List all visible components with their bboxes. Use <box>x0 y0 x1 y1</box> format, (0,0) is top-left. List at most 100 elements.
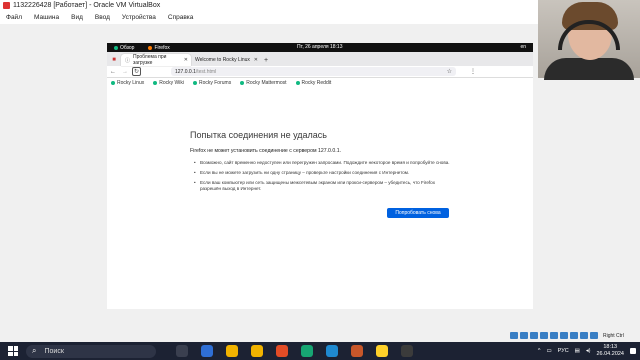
rocky-bookmark-icon <box>153 81 158 85</box>
taskbar-app-icon[interactable] <box>301 345 313 357</box>
close-tab-icon[interactable]: ✕ <box>254 57 258 63</box>
screen: 1132226428 [Работает] - Oracle VM Virtua… <box>0 0 640 360</box>
rocky-bookmark-icon <box>295 81 300 85</box>
taskbar-app-icon[interactable] <box>226 345 238 357</box>
hdd-status-icon[interactable] <box>510 332 518 339</box>
menu-file[interactable]: Файл <box>6 14 22 21</box>
tab-welcome-rocky[interactable]: Welcome to Rocky Linux ✕ <box>191 54 261 66</box>
taskbar-pinned-apps <box>176 345 426 357</box>
forward-arrow-icon[interactable]: → <box>119 67 131 77</box>
menu-machine[interactable]: Машина <box>34 14 59 21</box>
tab-connection-problem[interactable]: ⓘ Проблема при загрузке ✕ <box>121 54 191 66</box>
display-status-icon[interactable] <box>570 332 578 339</box>
firefox-tab-bar: ■ ⓘ Проблема при загрузке ✕ Welcome to R… <box>107 52 533 66</box>
bookmark-label: Rocky Linux <box>117 80 145 86</box>
new-tab-icon[interactable]: + <box>261 54 271 66</box>
bookmark-label: Rocky Wiki <box>159 80 184 86</box>
firefox-view-icon[interactable]: ■ <box>107 54 121 66</box>
tray-chevron-icon[interactable]: ^ <box>538 348 541 354</box>
taskbar-app-icon[interactable] <box>401 345 413 357</box>
bookmark-rocky-reddit[interactable]: Rocky Reddit <box>295 80 332 86</box>
host-key-label: Right Ctrl <box>603 332 624 339</box>
system-tray: ^ ▭ РУС ▤ ◂) 18:13 26.04.2024 <box>538 342 636 360</box>
tray-network-icon[interactable]: ▤ <box>575 348 580 354</box>
rocky-bookmark-icon <box>111 81 115 85</box>
taskbar-app-icon[interactable] <box>326 345 338 357</box>
reload-icon[interactable]: ↻ <box>132 67 141 76</box>
menu-help[interactable]: Справка <box>168 14 194 21</box>
shared-folder-status-icon[interactable] <box>560 332 568 339</box>
error-suggestion: Если вы не можете загрузить ни одну стра… <box>194 170 454 176</box>
taskbar-app-icon[interactable] <box>176 345 188 357</box>
gnome-top-bar: Обзор Firefox Пт, 26 апреля 18:13 en <box>107 43 533 52</box>
bookmark-label: Rocky Forums <box>198 80 232 86</box>
audio-status-icon[interactable] <box>530 332 538 339</box>
extensions-icon[interactable]: ⋮ <box>470 68 476 75</box>
tray-clock[interactable]: 18:13 26.04.2024 <box>596 344 624 358</box>
menu-input[interactable]: Ввод <box>95 14 110 21</box>
tray-time: 18:13 <box>603 344 618 350</box>
try-again-button[interactable]: Попробовать снова <box>387 208 449 218</box>
taskbar-app-icon[interactable] <box>201 345 213 357</box>
error-suggestion: Возможно, сайт временно недоступен или п… <box>194 160 454 166</box>
virtualbox-statusbar: Right Ctrl <box>510 330 640 341</box>
tab-label: Проблема при загрузке <box>133 54 167 66</box>
url-host: 127.0.0.1 <box>175 68 196 75</box>
webcam-person-body <box>544 58 634 80</box>
bookmark-rocky-forums[interactable]: Rocky Forums <box>192 80 232 86</box>
usb-status-icon[interactable] <box>550 332 558 339</box>
bookmark-rocky-linux[interactable]: Rocky Linux <box>111 80 144 86</box>
search-placeholder: Поиск <box>44 347 64 355</box>
optical-status-icon[interactable] <box>520 332 528 339</box>
recording-status-icon[interactable] <box>580 332 588 339</box>
mouse-integration-icon[interactable] <box>590 332 598 339</box>
rocky-logo-icon <box>114 45 118 50</box>
webcam-overlay <box>538 0 640 80</box>
url-path: /test.html <box>195 68 217 75</box>
search-icon: ⌕ <box>32 346 37 355</box>
taskbar-app-icon[interactable] <box>351 345 363 357</box>
app-menu[interactable]: Firefox <box>148 44 170 51</box>
bookmark-label: Rocky Mattermost <box>246 80 287 86</box>
rocky-bookmark-icon <box>192 81 197 85</box>
notification-icon[interactable] <box>630 348 636 354</box>
bookmark-star-icon[interactable]: ☆ <box>447 68 452 75</box>
bookmark-rocky-wiki[interactable]: Rocky Wiki <box>153 80 184 86</box>
bookmarks-toolbar: Rocky Linux Rocky Wiki Rocky Forums Rock… <box>107 78 533 88</box>
virtualbox-titlebar: 1132226428 [Работает] - Oracle VM Virtua… <box>0 0 540 11</box>
error-description: Firefox не может установить соединение с… <box>190 148 342 154</box>
tab-label: Welcome to Rocky Linux <box>195 57 250 63</box>
menu-view[interactable]: Вид <box>71 14 83 21</box>
guest-screen: Обзор Firefox Пт, 26 апреля 18:13 en ■ ⓘ… <box>107 43 533 309</box>
taskbar-app-icon[interactable] <box>276 345 288 357</box>
virtualbox-app-icon <box>3 2 10 9</box>
network-status-icon[interactable] <box>540 332 548 339</box>
tray-date: 26.04.2024 <box>596 351 624 357</box>
close-tab-icon[interactable]: ✕ <box>184 57 188 63</box>
tray-volume-icon[interactable]: ◂) <box>586 348 591 354</box>
windows-taskbar: ⌕ Поиск ^ ▭ РУС ▤ ◂) 18:13 26.04.2024 <box>0 342 640 360</box>
tray-lang[interactable]: РУС <box>558 348 569 354</box>
taskbar-app-icon[interactable] <box>251 345 263 357</box>
error-title: Попытка соединения не удалась <box>190 130 327 140</box>
back-arrow-icon[interactable]: ← <box>107 67 119 77</box>
error-suggestion: Если ваш компьютер или сеть защищены меж… <box>194 180 454 192</box>
menu-devices[interactable]: Устройства <box>122 14 156 21</box>
tray-keyboard-icon[interactable]: ▭ <box>546 348 551 354</box>
bookmark-rocky-mattermost[interactable]: Rocky Mattermost <box>240 80 287 86</box>
url-bar[interactable]: 127.0.0.1/test.html ☆ <box>171 67 456 76</box>
activities-label: Обзор <box>120 44 135 51</box>
activities-button[interactable]: Обзор <box>114 45 134 51</box>
gnome-clock[interactable]: Пт, 26 апреля 18:13 <box>297 44 342 50</box>
rocky-bookmark-icon <box>240 81 245 85</box>
url-text: 127.0.0.1/test.html <box>175 69 216 75</box>
virtualbox-window-title: 1132226428 [Работает] - Oracle VM Virtua… <box>13 2 161 9</box>
warning-icon: ⓘ <box>125 57 131 64</box>
taskbar-search[interactable]: ⌕ Поиск <box>26 344 156 358</box>
taskbar-app-icon[interactable] <box>376 345 388 357</box>
app-menu-label: Firefox <box>154 44 170 51</box>
windows-start-icon[interactable] <box>8 346 18 356</box>
firefox-nav-bar: ← → ↻ 127.0.0.1/test.html ☆ ⋮ <box>107 66 533 78</box>
keyboard-layout-indicator[interactable]: en <box>520 44 526 50</box>
bookmark-label: Rocky Reddit <box>301 80 332 86</box>
